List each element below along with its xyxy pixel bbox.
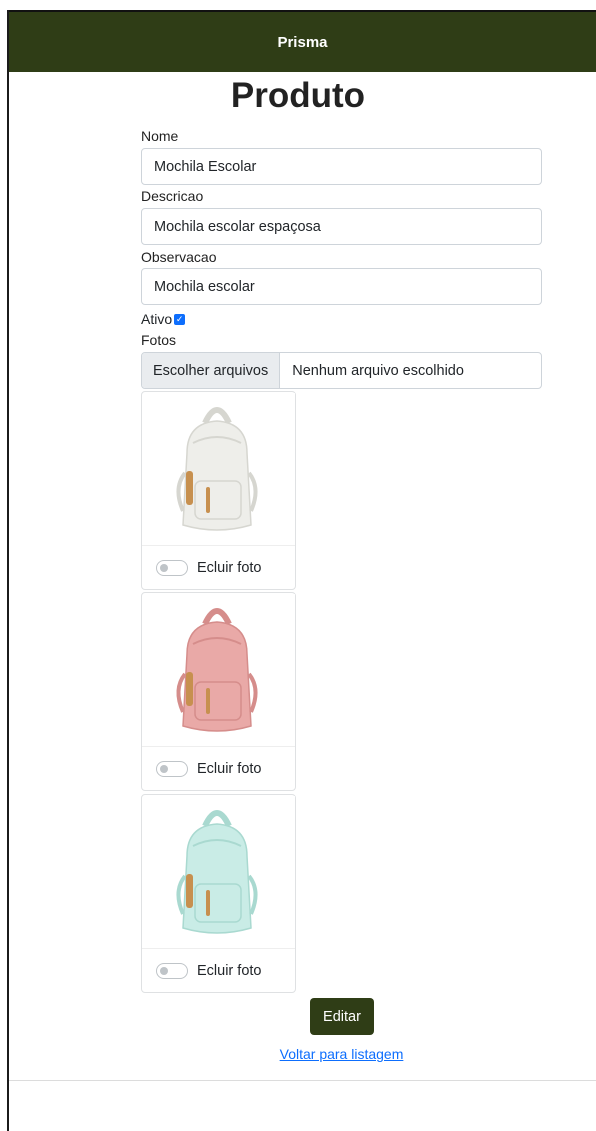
back-to-list-link[interactable]: Voltar para listagem bbox=[141, 1046, 542, 1062]
ativo-checkbox[interactable]: ✓ bbox=[174, 313, 186, 325]
choose-files-button[interactable]: Escolher arquivos bbox=[142, 353, 281, 388]
fotos-file-input[interactable]: Escolher arquivos Nenhum arquivo escolhi… bbox=[141, 352, 542, 389]
nome-input[interactable] bbox=[141, 148, 542, 185]
observacao-label: Observacao bbox=[141, 249, 217, 265]
delete-photo-label: Ecluir foto bbox=[197, 559, 262, 576]
delete-photo-switch[interactable] bbox=[156, 559, 188, 576]
observacao-input[interactable] bbox=[141, 268, 542, 305]
delete-photo-toggle-row: Ecluir foto bbox=[142, 746, 295, 790]
delete-photo-label: Ecluir foto bbox=[197, 962, 262, 979]
fotos-label: Fotos bbox=[141, 332, 177, 348]
footer-divider bbox=[9, 1080, 596, 1081]
delete-photo-switch[interactable] bbox=[156, 760, 188, 777]
backpack-photo bbox=[143, 796, 295, 948]
edit-button[interactable]: Editar bbox=[310, 998, 374, 1035]
file-status: Nenhum arquivo escolhido bbox=[292, 362, 464, 379]
photo-card: Ecluir foto bbox=[141, 391, 296, 590]
backpack-photo bbox=[143, 393, 295, 545]
delete-photo-label: Ecluir foto bbox=[197, 760, 262, 777]
delete-photo-switch[interactable] bbox=[156, 962, 188, 979]
delete-photo-toggle-row: Ecluir foto bbox=[142, 948, 295, 992]
brand-title[interactable]: Prisma bbox=[277, 34, 327, 51]
delete-photo-toggle-row: Ecluir foto bbox=[142, 545, 295, 589]
descricao-input[interactable] bbox=[141, 208, 542, 245]
navbar: Prisma bbox=[9, 10, 596, 72]
nome-label: Nome bbox=[141, 128, 179, 144]
descricao-label: Descricao bbox=[141, 188, 204, 204]
ativo-row: Ativo ✓ bbox=[141, 311, 186, 327]
window-border bbox=[7, 10, 9, 1131]
page-title: Produto bbox=[230, 76, 366, 115]
photo-card: Ecluir foto bbox=[141, 794, 296, 993]
ativo-label: Ativo bbox=[141, 311, 173, 327]
backpack-photo bbox=[143, 594, 295, 746]
photo-card: Ecluir foto bbox=[141, 592, 296, 791]
